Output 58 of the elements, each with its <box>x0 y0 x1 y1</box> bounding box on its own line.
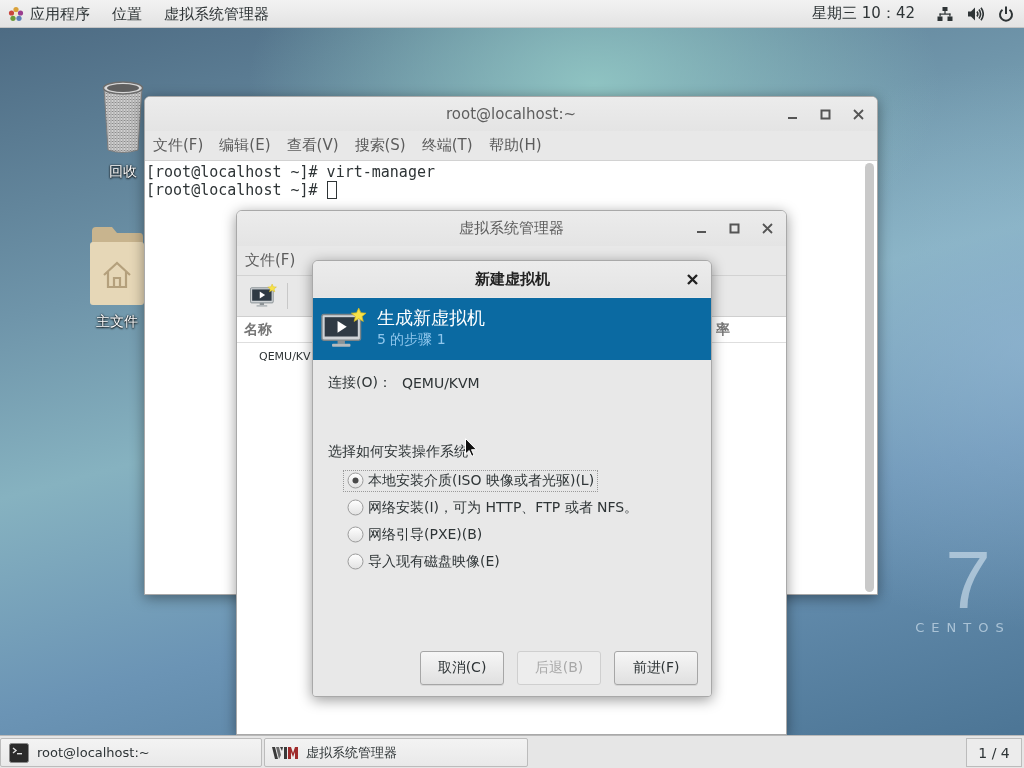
radio-icon[interactable] <box>347 553 364 570</box>
radio-option[interactable]: 网络安装(I)，可为 HTTP、FTP 或者 NFS。 <box>343 496 643 519</box>
menu-item[interactable]: 文件(F) <box>245 251 296 270</box>
menu-item[interactable]: 搜索(S) <box>354 136 406 155</box>
top-menu-item[interactable]: 位置 <box>100 3 152 24</box>
terminal-line: [root@localhost ~]# <box>146 181 318 199</box>
dialog-button[interactable]: 前进(F) <box>614 651 698 685</box>
dialog-button[interactable]: 取消(C) <box>420 651 504 685</box>
taskbar-window-button[interactable]: 虚拟系统管理器 <box>264 738 528 767</box>
logo-numeral: 7 <box>945 540 991 620</box>
radio-icon[interactable] <box>347 526 364 543</box>
close-icon[interactable] <box>853 108 864 120</box>
radio-icon[interactable] <box>347 499 364 516</box>
column-header[interactable]: 率 <box>716 320 730 339</box>
top-menu-item[interactable]: 虚拟系统管理器 <box>152 3 279 24</box>
menu-item[interactable]: 帮助(H) <box>488 136 542 155</box>
workspace-indicator[interactable]: 1 / 4 <box>966 738 1022 767</box>
connection-label: 连接(O)： <box>328 374 392 392</box>
menu-item[interactable]: 文件(F) <box>153 136 204 155</box>
maximize-icon[interactable] <box>729 223 740 234</box>
home-folder-icon[interactable] <box>90 225 144 305</box>
radio-option[interactable]: 网络引导(PXE)(B) <box>343 523 487 546</box>
top-menu-item[interactable]: 应用程序 <box>24 3 100 24</box>
menu-item[interactable]: 查看(V) <box>286 136 339 155</box>
trash-icon[interactable] <box>102 80 144 155</box>
connection-name[interactable]: QEMU/KV <box>259 349 311 363</box>
monitor-star-icon[interactable] <box>250 283 277 309</box>
install-method-prompt: 选择如何安装操作系统 <box>328 443 468 461</box>
window-title: 虚拟系统管理器 <box>459 219 564 238</box>
monitor-star-icon <box>321 308 367 350</box>
connection-value: QEMU/KVM <box>401 375 480 391</box>
logo-wordmark: CENTOS <box>915 620 1011 635</box>
taskbar-window-title: root@localhost:~ <box>37 745 150 760</box>
scrollbar-thumb[interactable] <box>865 163 874 592</box>
step-text: 5 的步骤 1 <box>377 331 447 349</box>
app-logo-icon <box>272 745 298 760</box>
taskbar-window-title: 虚拟系统管理器 <box>306 743 397 762</box>
apps-icon[interactable] <box>8 5 24 22</box>
terminal-icon <box>9 742 29 763</box>
clock-text[interactable]: 星期三 10：42 <box>812 4 915 23</box>
menu-item[interactable]: 终端(T) <box>421 136 473 155</box>
window-title: root@localhost:~ <box>446 105 576 123</box>
close-icon[interactable] <box>762 223 773 234</box>
dialog-title: 新建虚拟机 <box>474 269 550 289</box>
menu-item[interactable]: 编辑(E) <box>219 136 271 155</box>
radio-icon[interactable] <box>347 472 364 489</box>
taskbar-window-button[interactable]: root@localhost:~ <box>0 738 262 767</box>
radio-option[interactable]: 本地安装介质(ISO 映像或者光驱)(L) <box>343 469 599 492</box>
volume-icon[interactable] <box>967 5 984 22</box>
header-title: 生成新虚拟机 <box>377 306 485 330</box>
close-icon[interactable] <box>687 273 698 285</box>
radio-option[interactable]: 导入现有磁盘映像(E) <box>343 550 504 573</box>
maximize-icon[interactable] <box>820 108 831 120</box>
desktop-icon-label[interactable]: 回收 <box>109 163 137 181</box>
network-icon[interactable] <box>937 5 953 22</box>
column-header[interactable]: 名称 <box>244 320 272 339</box>
power-icon[interactable] <box>998 5 1014 22</box>
terminal-line: [root@localhost ~]# virt-manager <box>146 163 435 181</box>
